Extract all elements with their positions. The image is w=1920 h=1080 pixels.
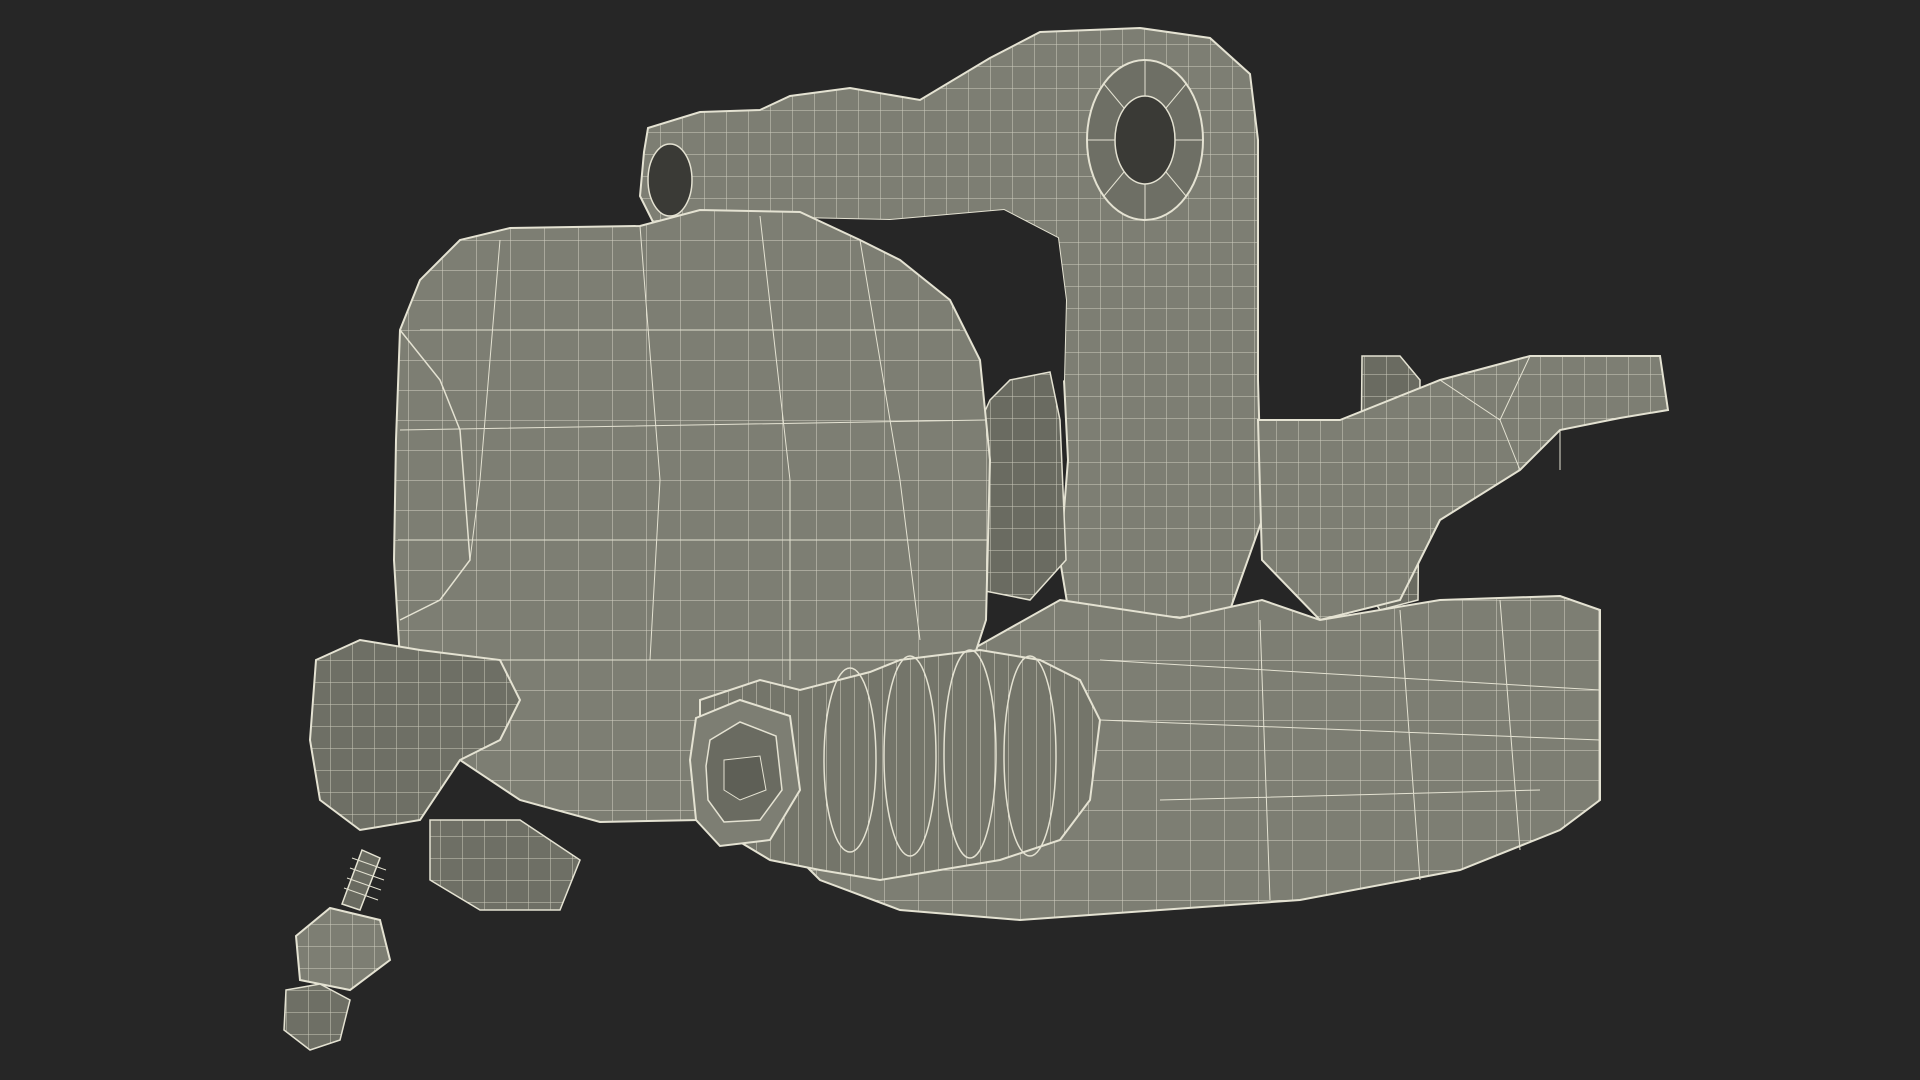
brake-caliper-render (283, 26, 1670, 1051)
bleed-screw-nut-wireframe (296, 908, 390, 990)
ear-wireframe (310, 640, 520, 830)
render-viewport (0, 0, 1920, 1080)
bleed-screw (283, 848, 392, 1051)
bracket-left-boss-hole (647, 143, 693, 217)
bleed-screw-thread (341, 848, 381, 911)
guide-pin (688, 648, 1102, 882)
bracket-right-boss-hole (1114, 95, 1176, 185)
lower-ear-wireframe (430, 820, 580, 910)
